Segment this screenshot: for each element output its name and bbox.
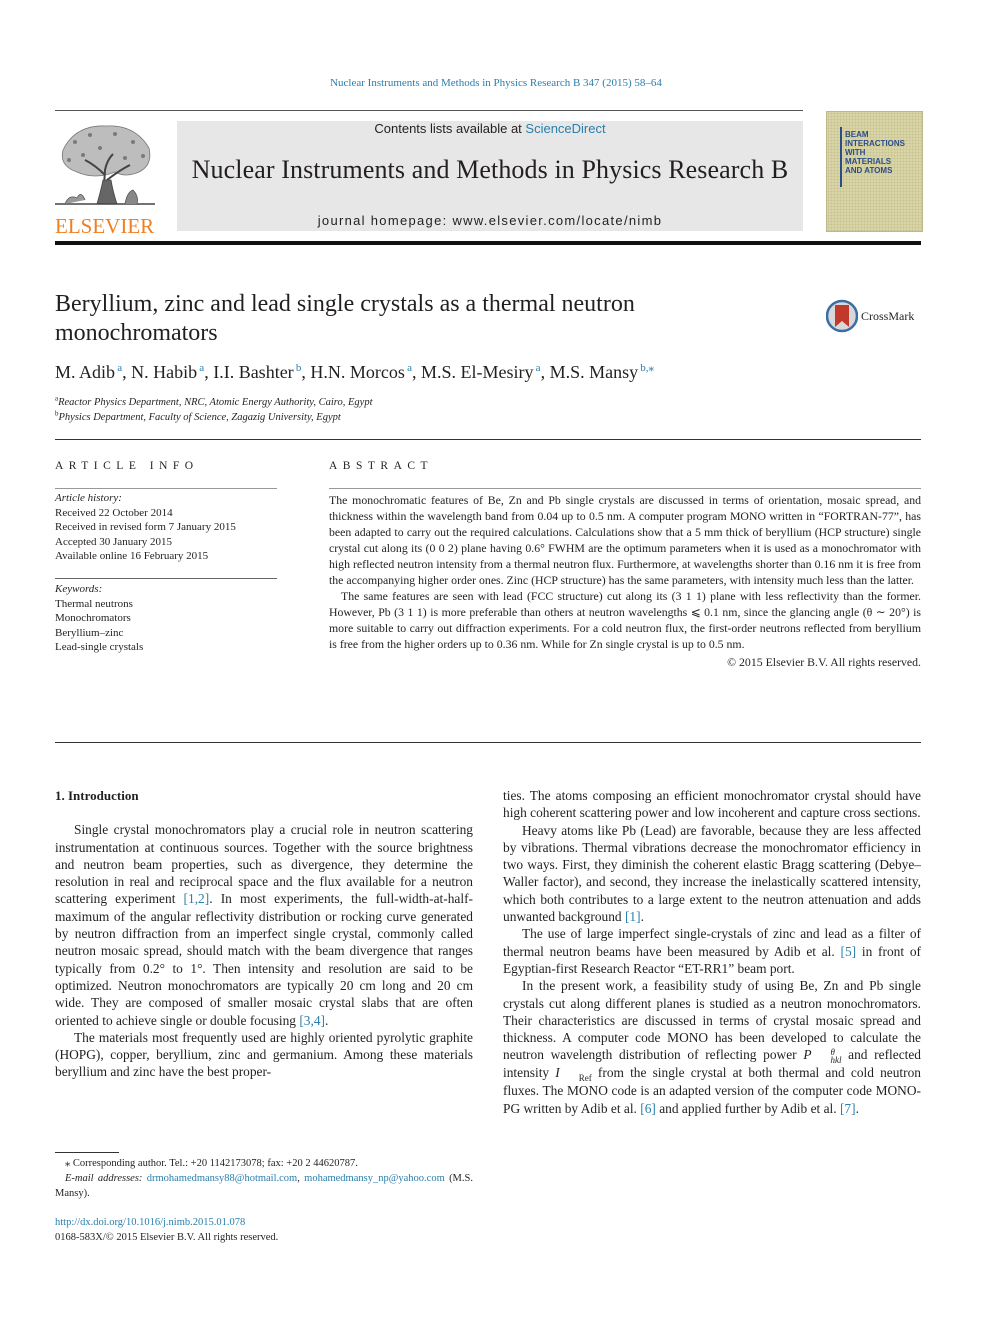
author-name[interactable]: N. Habib xyxy=(131,362,197,382)
cover-title-line: BEAM xyxy=(845,130,869,139)
abstract-paragraph: The monochromatic features of Be, Zn and… xyxy=(329,493,921,587)
body-paragraph: ties. The atoms composing an efficient m… xyxy=(503,788,921,821)
contents-line: Contents lists available at ScienceDirec… xyxy=(177,121,803,136)
cover-title-line: AND ATOMS xyxy=(845,166,893,175)
divider xyxy=(329,488,921,489)
article-history: Article history: Received 22 October 201… xyxy=(55,491,277,564)
journal-cover-image[interactable]: BEAM INTERACTIONS WITH MATERIALS AND ATO… xyxy=(826,111,923,232)
history-accepted: Accepted 30 January 2015 xyxy=(55,535,172,548)
history-online: Available online 16 February 2015 xyxy=(55,550,209,562)
author-name[interactable]: H.N. Morcos xyxy=(310,362,405,382)
author-affiliation-marker[interactable]: b,⁎ xyxy=(638,362,654,374)
author-affiliation-marker[interactable]: b xyxy=(294,362,302,374)
email-link[interactable]: mohamedmansy_np@yahoo.com xyxy=(304,1173,445,1184)
masthead-divider xyxy=(55,241,921,245)
citation-link[interactable]: [3,4] xyxy=(299,1013,325,1028)
math-symbol: I Ref xyxy=(555,1065,592,1084)
keywords: Keywords: Thermal neutrons Monochromator… xyxy=(55,582,277,655)
author-affiliation-marker[interactable]: a xyxy=(115,362,122,374)
cover-decoration xyxy=(840,127,842,187)
keyword: Beryllium–zinc xyxy=(55,626,124,639)
body-paragraph: The use of large imperfect single-crysta… xyxy=(503,926,921,976)
crossmark-label: CrossMark xyxy=(861,308,915,323)
author-list: M. Adib a, N. Habib a, I.I. Bashter b, H… xyxy=(55,362,655,382)
article-title: Beryllium, zinc and lead single crystals… xyxy=(55,291,635,346)
email-note: E-mail addresses: drmohamedmansy88@hotma… xyxy=(55,1173,473,1199)
author-name[interactable]: M.S. Mansy xyxy=(550,362,639,382)
email-label: E-mail addresses: xyxy=(65,1173,143,1184)
keyword: Thermal neutrons xyxy=(55,597,133,610)
divider xyxy=(55,578,277,579)
abstract-paragraph: The same features are seen with lead (FC… xyxy=(329,589,921,651)
citation-link[interactable]: [7] xyxy=(840,1101,856,1116)
crossmark-icon xyxy=(826,299,858,333)
divider xyxy=(55,439,921,440)
cover-title-line: MATERIALS xyxy=(845,157,892,166)
contents-prefix: Contents lists available at xyxy=(374,121,526,136)
journal-citation-link[interactable]: Nuclear Instruments and Methods in Physi… xyxy=(0,77,992,89)
keyword: Monochromators xyxy=(55,612,131,624)
crossmark-button[interactable]: CrossMark xyxy=(826,298,926,334)
homepage-link[interactable]: www.elsevier.com/locate/nimb xyxy=(452,213,662,228)
footnotes: ⁎ Corresponding author. Tel.: +20 114217… xyxy=(55,1156,473,1201)
author-name[interactable]: M.S. El-Mesiry xyxy=(421,362,534,382)
cover-title: BEAM INTERACTIONS WITH MATERIALS AND ATO… xyxy=(845,130,905,175)
elsevier-logo[interactable]: ELSEVIER xyxy=(55,120,155,237)
history-received: Received 22 October 2014 xyxy=(55,506,173,519)
affiliation-text: Physics Department, Faculty of Science, … xyxy=(58,412,341,423)
author-affiliation-marker[interactable]: a xyxy=(405,362,412,374)
body-paragraph: Single crystal monochromators play a cru… xyxy=(55,822,473,1028)
journal-homepage: journal homepage: www.elsevier.com/locat… xyxy=(177,213,803,228)
keyword: Lead-single crystals xyxy=(55,641,144,653)
affiliation-text: Reactor Physics Department, NRC, Atomic … xyxy=(58,397,373,408)
issn-line: 0168-583X/© 2015 Elsevier B.V. All right… xyxy=(55,1232,279,1243)
abstract-heading: ABSTRACT xyxy=(329,460,434,472)
affiliation-b: bPhysics Department, Faculty of Science,… xyxy=(55,410,655,425)
cover-title-line: WITH xyxy=(845,148,866,157)
email-link[interactable]: drmohamedmansy88@hotmail.com xyxy=(147,1173,298,1184)
sciencedirect-link[interactable]: ScienceDirect xyxy=(525,121,605,136)
citation-link[interactable]: [1,2] xyxy=(184,891,210,906)
author-name[interactable]: I.I. Bashter xyxy=(213,362,293,382)
body-paragraph: In the present work, a feasibility study… xyxy=(503,978,921,1116)
right-paragraphs: ties. The atoms composing an efficient m… xyxy=(503,787,921,1117)
elsevier-tree-icon xyxy=(55,125,155,205)
citation-link[interactable]: [6] xyxy=(640,1101,656,1116)
body-column-right: ties. The atoms composing an efficient m… xyxy=(503,787,921,1117)
history-label: Article history: xyxy=(55,492,122,504)
body-paragraph: Heavy atoms like Pb (Lead) are favorable… xyxy=(503,822,921,925)
doi-link[interactable]: http://dx.doi.org/10.1016/j.nimb.2015.01… xyxy=(55,1215,473,1230)
body-paragraph: The materials most frequently used are h… xyxy=(55,1029,473,1080)
abstract-copyright: © 2015 Elsevier B.V. All rights reserved… xyxy=(727,655,921,669)
affiliations: aReactor Physics Department, NRC, Atomic… xyxy=(55,395,655,425)
section-heading: 1. Introduction xyxy=(55,788,139,803)
elsevier-wordmark: ELSEVIER xyxy=(55,214,155,238)
citation-link[interactable]: [1] xyxy=(625,909,641,924)
keywords-label: Keywords: xyxy=(55,583,103,595)
article-info-heading: ARTICLE INFO xyxy=(55,460,199,472)
divider xyxy=(55,110,803,111)
cover-title-line: INTERACTIONS xyxy=(845,139,905,148)
journal-name: Nuclear Instruments and Methods in Physi… xyxy=(191,155,789,184)
footnote-divider xyxy=(55,1152,119,1153)
history-revised: Received in revised form 7 January 2015 xyxy=(55,521,236,533)
doi-block: http://dx.doi.org/10.1016/j.nimb.2015.01… xyxy=(55,1215,473,1245)
affiliation-a: aReactor Physics Department, NRC, Atomic… xyxy=(55,395,655,410)
abstract: The monochromatic features of Be, Zn and… xyxy=(329,492,921,670)
left-paragraphs: Single crystal monochromators play a cru… xyxy=(55,821,473,1080)
homepage-prefix: journal homepage: xyxy=(317,213,453,228)
divider xyxy=(55,488,277,489)
math-symbol: Pθ hkl xyxy=(803,1047,842,1066)
body-column-left: 1. Introduction Single crystal monochrom… xyxy=(55,787,473,1081)
journal-banner: Contents lists available at ScienceDirec… xyxy=(177,121,803,231)
author-name[interactable]: M. Adib xyxy=(55,362,115,382)
citation-link[interactable]: [5] xyxy=(841,944,857,959)
divider xyxy=(55,742,921,743)
author-affiliation-marker[interactable]: a xyxy=(197,362,204,374)
author-affiliation-marker[interactable]: a xyxy=(533,362,541,374)
corresponding-author-note: ⁎ Corresponding author. Tel.: +20 114217… xyxy=(65,1158,358,1169)
